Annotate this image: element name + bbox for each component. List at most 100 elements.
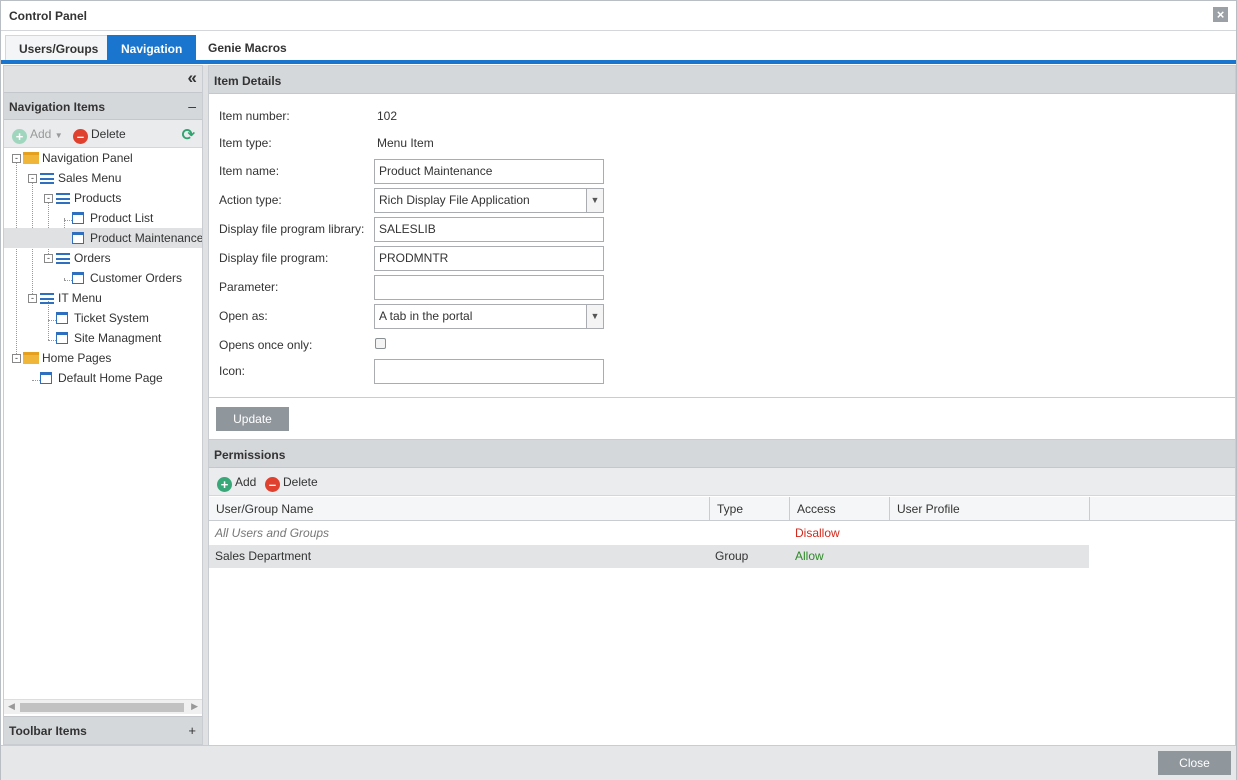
navigation-items-header[interactable]: Navigation Items –: [4, 92, 202, 120]
item-number-label: Item number:: [219, 109, 290, 123]
chevron-down-icon[interactable]: ▼: [586, 189, 603, 212]
column-header-access[interactable]: Access: [790, 497, 890, 521]
item-details-title: Item Details: [214, 74, 282, 88]
collapse-node-icon[interactable]: -: [12, 154, 21, 163]
column-header-user-profile[interactable]: User Profile: [890, 497, 1090, 521]
scrollbar-thumb[interactable]: [20, 703, 184, 712]
tree-node-customer-orders[interactable]: Customer Orders: [4, 268, 202, 288]
scroll-right-icon[interactable]: ▶: [191, 701, 198, 712]
row-name: All Users and Groups: [215, 526, 330, 540]
tree-node-ticket-system[interactable]: Ticket System: [4, 308, 202, 328]
permissions-grid-header: User/Group Name Type Access User Profile: [209, 497, 1235, 521]
item-details-header: Item Details: [209, 66, 1235, 94]
tree-node-label: IT Menu: [58, 291, 102, 305]
collapse-node-icon[interactable]: -: [28, 174, 37, 183]
tree-node-label: Product Maintenance: [90, 231, 202, 245]
collapse-left-icon[interactable]: «: [188, 68, 197, 88]
field-open-as: Open as: A tab in the portal ▼: [219, 304, 819, 329]
refresh-icon[interactable]: ⟳: [182, 125, 195, 145]
add-item-label: Add: [30, 127, 52, 141]
tab-genie-macros[interactable]: Genie Macros: [195, 35, 300, 61]
column-header-name[interactable]: User/Group Name: [209, 497, 710, 521]
update-button[interactable]: Update: [216, 407, 289, 431]
permissions-toolbar: + Add – Delete: [209, 468, 1235, 496]
tree-node-label: Products: [74, 191, 122, 205]
menu-list-icon: [56, 253, 70, 264]
dropdown-caret-icon: ▼: [54, 131, 63, 140]
item-details-form: Item number: 102 Item type: Menu Item It…: [209, 94, 1235, 398]
tree-node-product-list[interactable]: Product List: [4, 208, 202, 228]
row-type: Group: [715, 549, 749, 563]
delete-permission-label: Delete: [283, 475, 318, 489]
collapse-node-icon[interactable]: -: [44, 254, 53, 263]
column-header-type[interactable]: Type: [710, 497, 790, 521]
window-page-icon: [40, 372, 52, 384]
row-access: Disallow: [795, 526, 840, 540]
delete-permission-button[interactable]: – Delete: [265, 474, 318, 492]
parameter-label: Parameter:: [219, 280, 279, 294]
plus-icon[interactable]: +: [188, 723, 196, 738]
item-type-value: Menu Item: [377, 136, 434, 150]
field-item-type: Item type: Menu Item: [219, 131, 819, 155]
icon-input[interactable]: [374, 359, 604, 384]
tab-navigation[interactable]: Navigation: [107, 35, 197, 61]
horizontal-scrollbar[interactable]: ◀ ▶: [4, 699, 202, 714]
delete-item-button[interactable]: – Delete: [73, 126, 126, 144]
details-pane: Item Details Item number: 102 Item type:…: [208, 65, 1236, 745]
program-input[interactable]: PRODMNTR: [374, 246, 604, 271]
add-icon: +: [12, 129, 27, 144]
add-permission-label: Add: [235, 475, 257, 489]
add-item-button[interactable]: + Add ▼: [12, 126, 63, 144]
item-name-label: Item name:: [219, 164, 280, 178]
tree-node-site-managment[interactable]: Site Managment: [4, 328, 202, 348]
item-name-input[interactable]: Product Maintenance: [374, 159, 604, 184]
collapse-node-icon[interactable]: -: [28, 294, 37, 303]
navigation-items-title: Navigation Items: [9, 100, 106, 114]
tree-node-product-maintenance[interactable]: Product Maintenance: [4, 228, 202, 248]
tree-node-label: Ticket System: [74, 311, 149, 325]
window-page-icon: [72, 272, 84, 284]
parameter-input[interactable]: [374, 275, 604, 300]
row-profile: [889, 545, 895, 568]
add-permission-button[interactable]: + Add: [217, 474, 257, 492]
tree-node-navigation-panel[interactable]: - Navigation Panel: [4, 148, 202, 168]
menu-list-icon: [40, 293, 54, 304]
field-program: Display file program: PRODMNTR: [219, 246, 819, 271]
scroll-left-icon[interactable]: ◀: [8, 701, 15, 712]
menu-list-icon: [56, 193, 70, 204]
item-number-value: 102: [377, 109, 398, 123]
table-row[interactable]: All Users and Groups Disallow: [209, 522, 1089, 545]
table-row[interactable]: Sales Department Group Allow: [209, 545, 1089, 568]
open-as-label: Open as:: [219, 309, 268, 323]
tree-node-orders[interactable]: - Orders: [4, 248, 202, 268]
tree-node-products[interactable]: - Products: [4, 188, 202, 208]
tree-node-label: Site Managment: [74, 331, 162, 345]
menu-list-icon: [40, 173, 54, 184]
tree-node-it-menu[interactable]: - IT Menu: [4, 288, 202, 308]
collapse-bar: «: [4, 66, 202, 92]
tab-users-groups[interactable]: Users/Groups: [5, 35, 113, 61]
tree-node-label: Orders: [74, 251, 111, 265]
tree-node-sales-menu[interactable]: - Sales Menu: [4, 168, 202, 188]
close-icon[interactable]: ×: [1213, 7, 1228, 22]
collapse-node-icon[interactable]: -: [12, 354, 21, 363]
tree-node-default-home-page[interactable]: Default Home Page: [4, 368, 202, 388]
control-panel-window: Control Panel × Users/Groups Navigation …: [0, 0, 1237, 780]
tree-node-home-pages[interactable]: - Home Pages: [4, 348, 202, 368]
field-library: Display file program library: SALESLIB: [219, 217, 819, 242]
library-label: Display file program library:: [219, 222, 365, 236]
action-type-label: Action type:: [219, 193, 282, 207]
open-as-select[interactable]: A tab in the portal ▼: [374, 304, 604, 329]
library-input[interactable]: SALESLIB: [374, 217, 604, 242]
minus-icon[interactable]: –: [188, 98, 196, 114]
action-type-select[interactable]: Rich Display File Application ▼: [374, 188, 604, 213]
opens-once-checkbox[interactable]: [375, 338, 386, 349]
field-action-type: Action type: Rich Display File Applicati…: [219, 188, 819, 213]
window-title: Control Panel: [9, 9, 88, 23]
toolbar-items-header[interactable]: Toolbar Items +: [4, 716, 202, 744]
field-icon: Icon:: [219, 359, 819, 384]
chevron-down-icon[interactable]: ▼: [586, 305, 603, 328]
collapse-node-icon[interactable]: -: [44, 194, 53, 203]
title-bar: Control Panel ×: [1, 1, 1236, 31]
close-button[interactable]: Close: [1158, 751, 1231, 775]
